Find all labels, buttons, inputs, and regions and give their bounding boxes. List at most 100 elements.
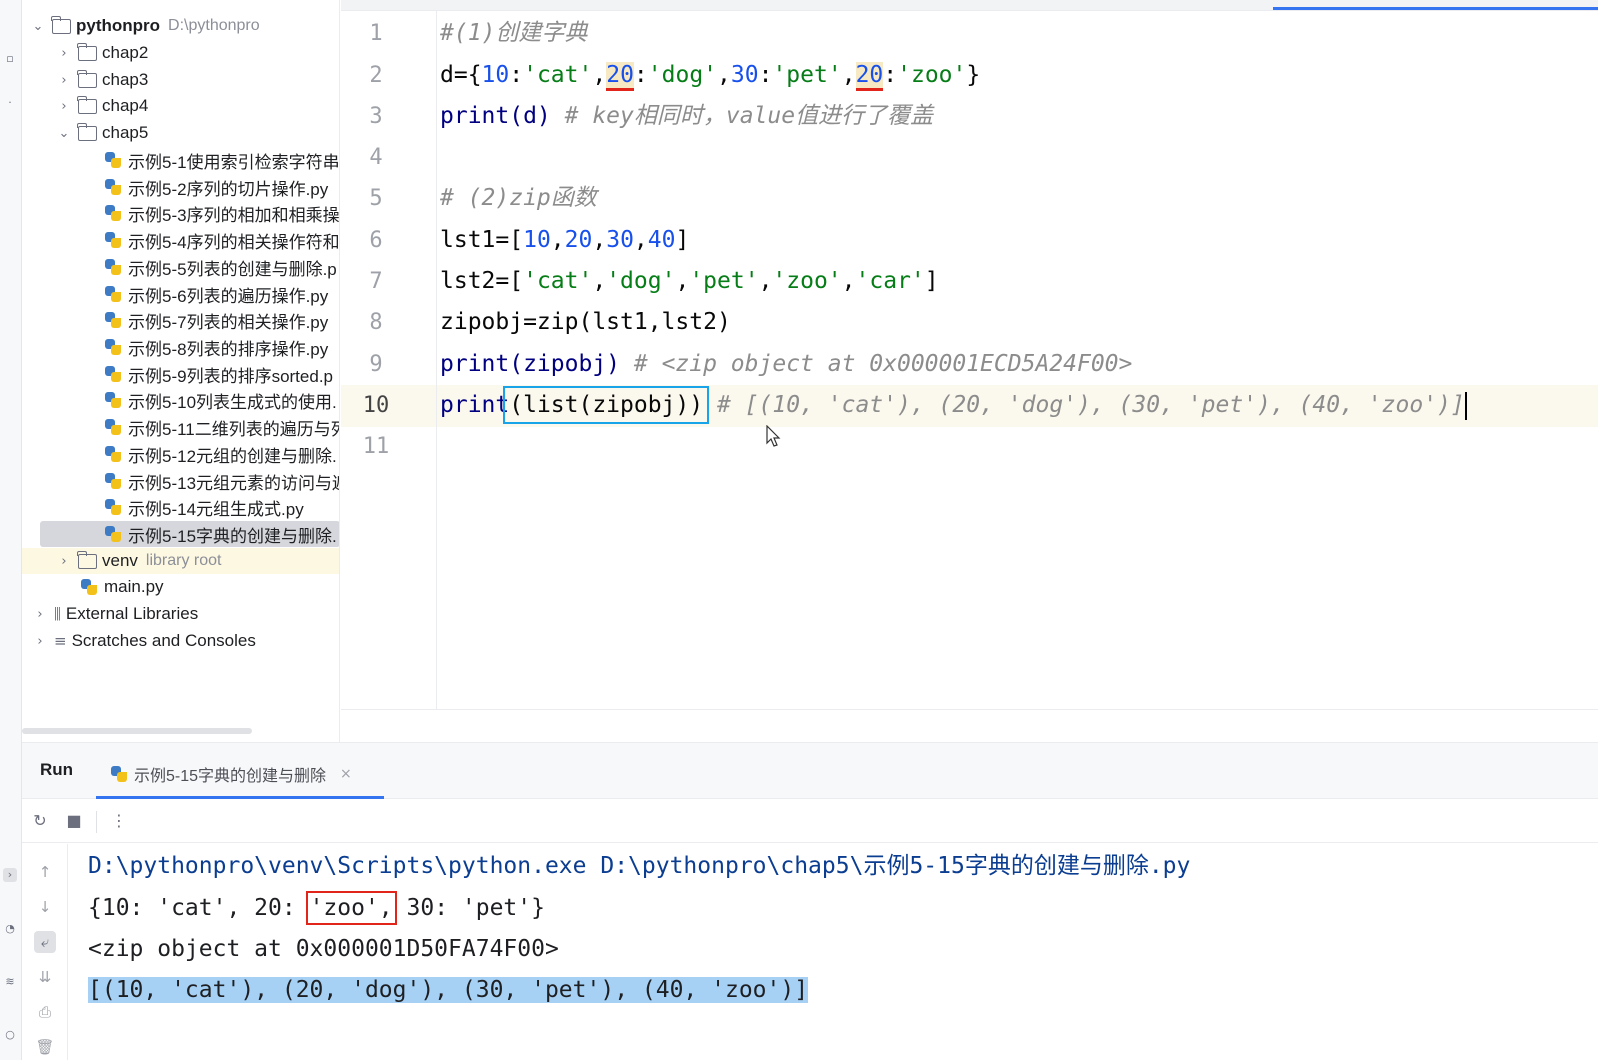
tree-file[interactable]: 示例5-4序列的相关操作符和 xyxy=(22,227,340,253)
annotation-box: 'zoo', xyxy=(305,891,397,925)
tree-file[interactable]: 示例5-6列表的遍历操作.py xyxy=(22,281,339,307)
tree-file[interactable]: 示例5-8列表的排序操作.py xyxy=(22,334,339,360)
close-icon[interactable]: × xyxy=(340,766,352,782)
chevron-right-icon[interactable]: › xyxy=(56,553,72,569)
tree-file[interactable]: 示例5-2序列的切片操作.py xyxy=(22,174,339,200)
tree-file[interactable]: 示例5-9列表的排序sorted.p xyxy=(22,361,339,387)
tree-file[interactable]: 示例5-12元组的创建与删除. xyxy=(22,441,339,467)
tree-file-selected[interactable]: 示例5-15字典的创建与删除. xyxy=(40,521,339,547)
string-token: 'pet' xyxy=(689,268,759,294)
layers-tool-icon[interactable]: ≋ xyxy=(3,975,17,989)
code-line-6[interactable]: lst1=[10,20,30,40] xyxy=(440,220,689,261)
code-token: } xyxy=(966,62,981,88)
tree-file[interactable]: 示例5-11二维列表的遍历与列 xyxy=(22,414,339,440)
print-icon[interactable]: ⎙ xyxy=(34,1001,56,1023)
line-number: 9 xyxy=(369,352,383,377)
console-command-line[interactable]: D:\pythonpro\venv\Scripts\python.exe D:\… xyxy=(88,846,1190,887)
console-list-output[interactable]: [(10, 'cat'), (20, 'dog'), (30, 'pet'), … xyxy=(88,970,809,1011)
code-line-7[interactable]: lst2=['cat','dog','pet','zoo','car'] xyxy=(440,261,939,302)
code-line-5[interactable]: # (2)zip函数 xyxy=(440,178,597,219)
code-token: , xyxy=(592,227,607,253)
file-label: 示例5-4序列的相关操作符和 xyxy=(128,232,340,252)
chevron-right-icon[interactable]: › xyxy=(56,45,72,61)
debug-tool-icon[interactable]: ◔ xyxy=(3,922,17,936)
chevron-down-icon[interactable]: ⌄ xyxy=(56,125,72,141)
tree-folder-venv[interactable]: › venv library root xyxy=(22,548,339,574)
code-line-3[interactable]: print(d) # key相同时，value值进行了覆盖 xyxy=(440,96,933,137)
tree-folder-chap5[interactable]: ⌄ chap5 xyxy=(22,120,339,146)
string-token: 'zoo' xyxy=(772,268,842,294)
chevron-right-icon[interactable]: › xyxy=(32,633,48,649)
scroll-to-end-icon[interactable]: ⇊ xyxy=(34,966,56,988)
line-number: 1 xyxy=(369,21,383,46)
line-number: 5 xyxy=(369,186,383,211)
tree-file[interactable]: 示例5-7列表的相关操作.py xyxy=(22,307,339,333)
string-token: 'pet' xyxy=(772,62,842,88)
strip-more-icon[interactable]: · xyxy=(3,96,17,110)
stop-icon[interactable]: ■ xyxy=(64,811,84,831)
chevron-right-icon[interactable]: › xyxy=(56,98,72,114)
trash-icon[interactable]: 🗑 xyxy=(34,1036,56,1058)
run-panel-header: Run 示例5-15字典的创建与删除 × xyxy=(22,743,1598,799)
string-token: 'cat' xyxy=(523,268,593,294)
code-line-9[interactable]: print(zipobj) # <zip object at 0x000001E… xyxy=(440,344,1132,385)
code-token: lst1=[ xyxy=(440,227,524,253)
tree-external-libraries[interactable]: › ⫼ External Libraries xyxy=(22,601,339,627)
soft-wrap-icon[interactable]: ⤶ xyxy=(34,931,56,953)
tree-folder-chap4[interactable]: › chap4 xyxy=(22,93,339,119)
toolbar-divider xyxy=(96,811,97,833)
file-label: 示例5-2序列的切片操作.py xyxy=(128,179,329,199)
terminal-tool-icon[interactable]: ○ xyxy=(3,1028,17,1042)
run-panel: Run 示例5-15字典的创建与删除 × ↻ ■ ⋮ ↑ ↓ ⤶ ⇊ ⎙ 🗑 D… xyxy=(22,742,1598,1060)
code-token: , xyxy=(633,227,648,253)
tree-scratches[interactable]: › ≡ Scratches and Consoles xyxy=(22,628,339,654)
tree-file[interactable]: 示例5-3序列的相加和相乘操 xyxy=(22,200,339,226)
tree-file-main[interactable]: main.py xyxy=(22,574,339,600)
code-line-10[interactable]: print(list(zipobj)) # [(10, 'cat'), (20,… xyxy=(440,385,1467,426)
python-file-icon xyxy=(104,178,122,196)
tree-file[interactable]: 示例5-5列表的创建与删除.p xyxy=(22,254,339,280)
file-label: 示例5-15字典的创建与删除. xyxy=(128,526,337,546)
tree-folder-chap3[interactable]: › chap3 xyxy=(22,67,339,93)
tree-file[interactable]: 示例5-10列表生成式的使用. xyxy=(22,387,339,413)
console-zip-output[interactable]: <zip object at 0x000001D50FA74F00> xyxy=(88,929,559,970)
rerun-icon[interactable]: ↻ xyxy=(30,811,50,831)
python-file-icon xyxy=(104,285,122,303)
tree-root[interactable]: ⌄ pythonpro D:\pythonpro xyxy=(22,13,339,39)
more-options-icon[interactable]: ⋮ xyxy=(109,811,129,831)
scroll-up-icon[interactable]: ↑ xyxy=(34,861,56,883)
tree-file[interactable]: 示例5-1使用索引检索字符串 xyxy=(22,147,339,173)
code-line-8[interactable]: zipobj=zip(lst1,lst2) xyxy=(440,302,731,343)
string-token: 'dog' xyxy=(606,268,676,294)
line-number: 4 xyxy=(369,145,383,170)
console-dict-output[interactable]: {10: 'cat', 20: 'zoo', 30: 'pet'} xyxy=(88,888,545,929)
python-file-icon xyxy=(104,311,122,329)
python-file-icon xyxy=(80,578,98,596)
chevron-down-icon[interactable]: ⌄ xyxy=(30,18,46,34)
tree-file[interactable]: 示例5-13元组元素的访问与遍 xyxy=(22,468,340,494)
python-file-icon xyxy=(104,338,122,356)
tree-folder-chap2[interactable]: › chap2 xyxy=(22,40,339,66)
active-tab-indicator xyxy=(1273,7,1598,10)
strip-icon[interactable]: ▫ xyxy=(3,52,17,66)
run-side-toolbar: ↑ ↓ ⤶ ⇊ ⎙ 🗑 xyxy=(22,844,68,1060)
run-tab-label: 示例5-15字典的创建与删除 xyxy=(134,767,327,785)
root-path: D:\pythonpro xyxy=(168,17,260,34)
number-token: 30 xyxy=(606,227,634,253)
project-scrollbar[interactable] xyxy=(22,728,252,734)
string-token: 'zoo' xyxy=(897,62,967,88)
chevron-right-icon[interactable]: › xyxy=(32,606,48,622)
scroll-down-icon[interactable]: ↓ xyxy=(34,896,56,918)
folder-icon xyxy=(77,550,97,569)
chevron-right-icon[interactable]: › xyxy=(56,72,72,88)
code-line-1[interactable]: #(1)创建字典 xyxy=(440,13,587,54)
file-label: 示例5-13元组元素的访问与遍 xyxy=(128,473,340,493)
code-token: print(zipobj) xyxy=(440,351,634,377)
code-editor[interactable]: 1 2 3 4 5 6 7 8 9 10 11 #(1)创建字典 d={10:'… xyxy=(341,0,1598,742)
run-tool-icon[interactable]: › xyxy=(3,868,17,882)
run-tab[interactable]: 示例5-15字典的创建与删除 × xyxy=(96,751,384,799)
editor-bottom-border xyxy=(341,709,1598,710)
code-line-2[interactable]: d={10:'cat',20:'dog',30:'pet',20:'zoo'} xyxy=(440,55,980,96)
folder-label: venv xyxy=(102,551,138,570)
tree-file[interactable]: 示例5-14元组生成式.py xyxy=(22,494,339,520)
